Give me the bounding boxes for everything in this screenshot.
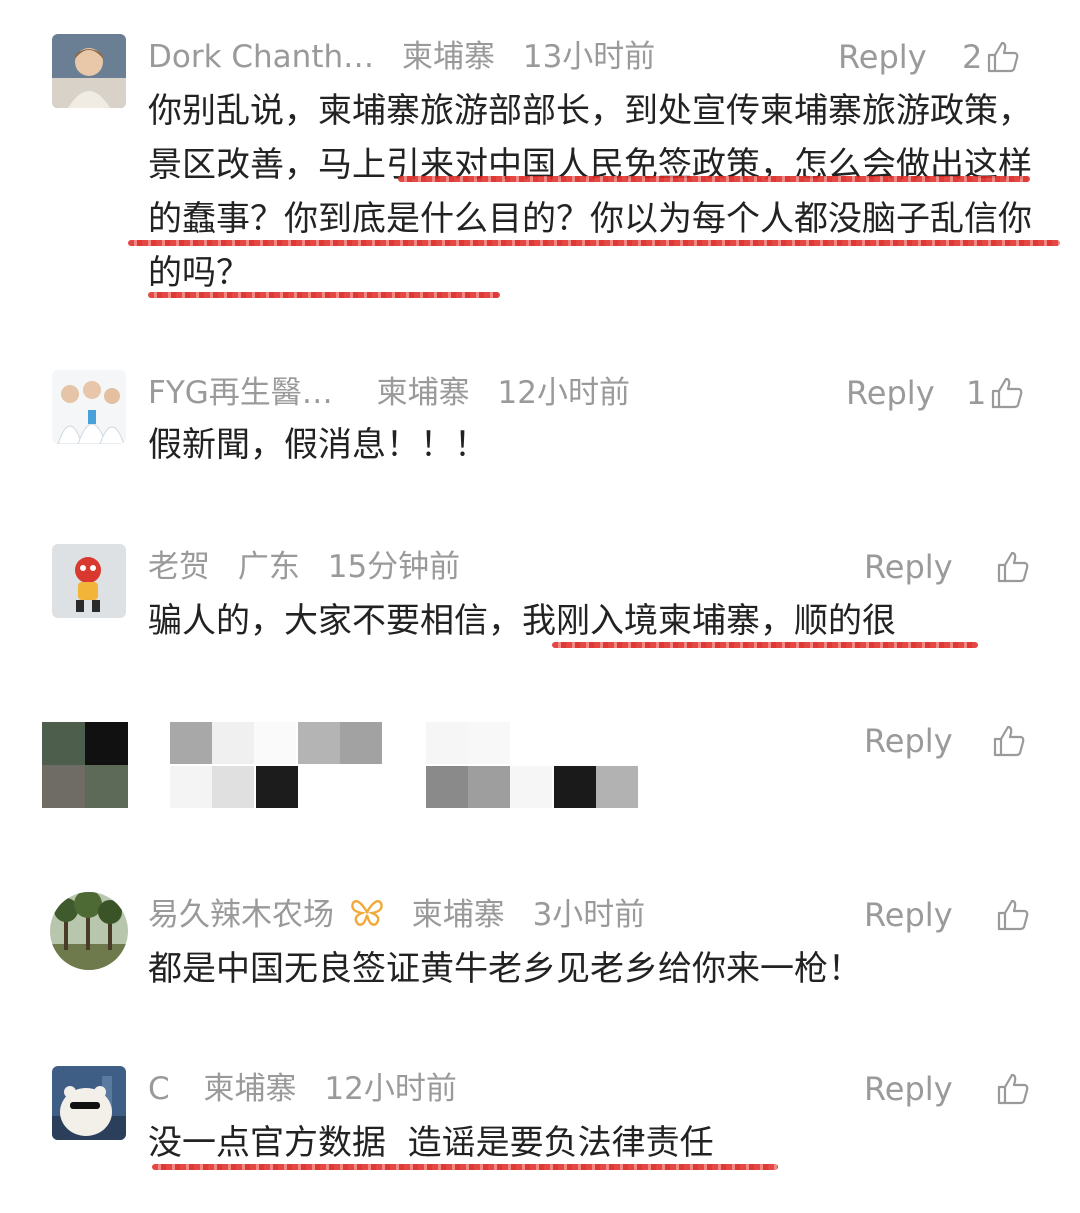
comment-location: 柬埔寨	[203, 1071, 297, 1107]
butterfly-icon	[350, 894, 384, 940]
like-button[interactable]	[992, 892, 1030, 938]
comment-author[interactable]: 易久辣木农场	[148, 892, 334, 938]
avatar[interactable]	[52, 544, 126, 618]
comment-meta: C 柬埔寨 12小时前	[148, 1066, 475, 1112]
comment-time: 3小时前	[532, 897, 646, 933]
highlight-underline	[152, 1164, 778, 1170]
reply-button[interactable]: Reply	[864, 1066, 953, 1112]
comment-author[interactable]: Dork Chanth…	[148, 34, 374, 80]
reply-button[interactable]: Reply	[864, 892, 953, 938]
reply-button[interactable]: Reply	[846, 370, 935, 416]
reply-button[interactable]: Reply	[838, 34, 927, 80]
highlight-underline	[398, 176, 1030, 182]
thumbs-up-icon	[986, 40, 1020, 74]
like-button[interactable]: 1	[966, 370, 1024, 416]
comment-meta: FYG再生醫… 柬埔寨 12小时前	[148, 370, 648, 416]
comment-time: 12小时前	[497, 375, 630, 411]
comment-meta: Dork Chanth… 柬埔寨 13小时前	[148, 34, 673, 80]
thumbs-up-icon	[996, 550, 1030, 584]
comment-text: 假新聞，假消息！！！	[148, 425, 488, 465]
reply-button[interactable]: Reply	[864, 718, 953, 764]
highlight-underline	[552, 642, 978, 648]
comment-meta: 老贺 广东 15分钟前	[148, 544, 478, 590]
thumbs-up-icon	[990, 376, 1024, 410]
avatar[interactable]	[50, 892, 128, 970]
like-button[interactable]	[992, 544, 1030, 590]
highlight-underline	[128, 240, 1060, 246]
comment-location: 柬埔寨	[402, 39, 495, 75]
comment-text: 骗人的，大家不要相信，我刚入境柬埔寨，顺的很	[148, 601, 896, 641]
pixelated-content	[170, 722, 690, 812]
comment-time: 15分钟前	[327, 549, 461, 585]
like-button[interactable]	[992, 1066, 1030, 1112]
thumbs-up-icon	[996, 898, 1030, 932]
comment-text: 都是中国无良签证黄牛老乡见老乡给你来一枪！	[148, 949, 862, 989]
like-button[interactable]	[992, 718, 1026, 764]
avatar[interactable]	[52, 34, 126, 108]
like-count: 2	[962, 38, 983, 76]
comment-author[interactable]: 老贺	[148, 544, 210, 590]
highlight-underline	[148, 292, 500, 298]
like-button[interactable]: 2	[962, 34, 1020, 80]
thumbs-up-icon	[992, 724, 1026, 758]
comment-author[interactable]: FYG再生醫…	[148, 370, 333, 416]
comment-time: 12小时前	[324, 1071, 457, 1107]
like-count: 1	[966, 374, 987, 412]
comment-text: 没一点官方数据 造谣是要负法律责任	[148, 1123, 714, 1163]
comment-time: 13小时前	[522, 39, 656, 75]
comment-meta: 易久辣木农场 柬埔寨 3小时前	[148, 892, 663, 938]
comment-text: 你别乱说，柬埔寨旅游部部长，到处宣传柬埔寨旅游政策，景区改善，马上引来对中国人民…	[148, 91, 1032, 293]
avatar[interactable]	[52, 370, 126, 444]
comment-location: 柬埔寨	[376, 375, 470, 411]
comment-location: 广东	[237, 549, 300, 585]
thumbs-up-icon	[996, 1072, 1030, 1106]
reply-button[interactable]: Reply	[864, 544, 953, 590]
comment-author[interactable]: C	[148, 1066, 170, 1112]
pixelated-avatar[interactable]	[42, 722, 128, 808]
avatar[interactable]	[52, 1066, 126, 1140]
comment-location: 柬埔寨	[411, 897, 505, 933]
